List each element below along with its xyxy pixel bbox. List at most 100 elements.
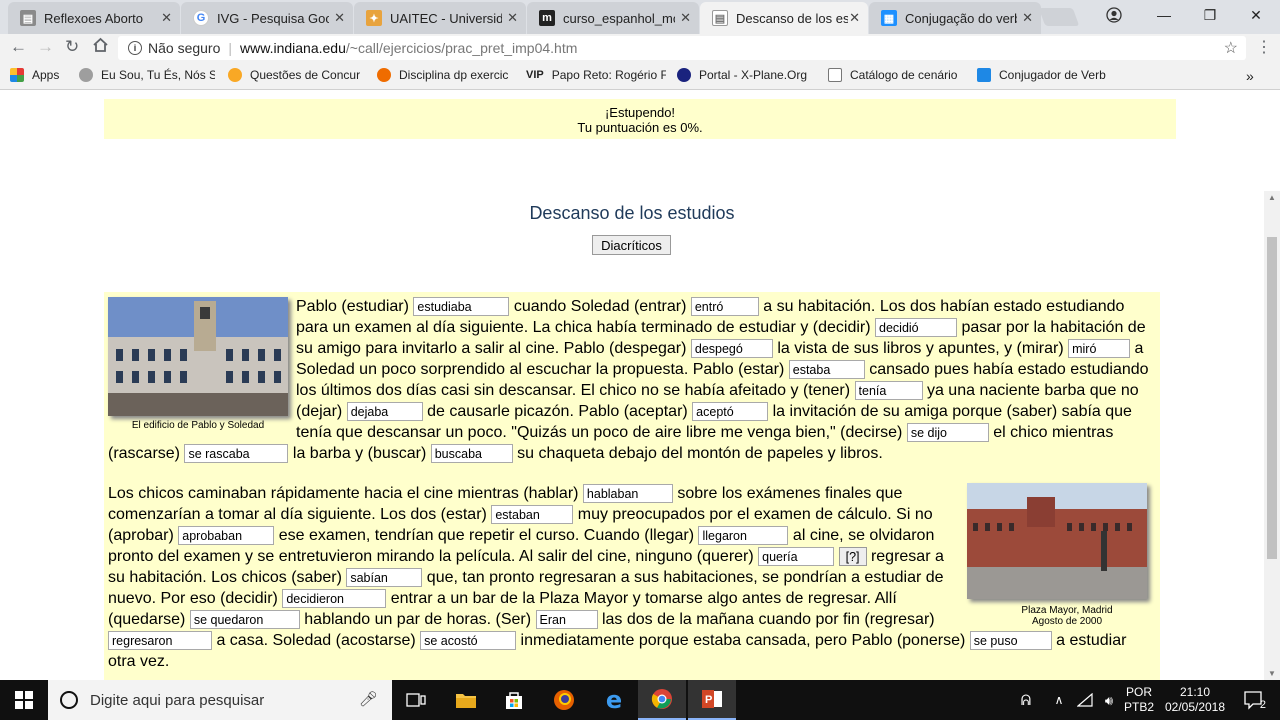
close-icon[interactable]: ✕ — [334, 10, 345, 26]
bookmark-favicon — [377, 68, 391, 82]
diacriticos-button[interactable]: Diacríticos — [592, 235, 671, 255]
bookmark-catalogo[interactable]: Catálogo de cenário — [828, 68, 966, 82]
powerpoint-icon[interactable]: P — [688, 680, 736, 720]
bookmark-favicon — [977, 68, 991, 82]
answer-input[interactable] — [346, 402, 423, 422]
file-explorer-icon[interactable] — [442, 680, 490, 720]
exercise-panel: El edificio de Pablo y Soledad Plaza May… — [104, 292, 1160, 680]
task-view-icon[interactable] — [392, 680, 440, 720]
answer-input[interactable] — [184, 444, 289, 464]
chrome-icon[interactable] — [638, 680, 686, 720]
answer-input[interactable] — [854, 381, 923, 401]
volume-icon[interactable]: 🔊︎ — [1098, 680, 1120, 720]
answer-input[interactable] — [282, 589, 387, 609]
cortana-icon — [60, 691, 78, 709]
tab-curso-espanhol[interactable]: m curso_espanhol_mod ✕ — [527, 2, 699, 34]
bookmark-star-icon[interactable]: ☆ — [1224, 38, 1238, 58]
bookmark-disciplina[interactable]: Disciplina dp exercic — [377, 68, 515, 82]
answer-input[interactable] — [1068, 339, 1131, 359]
language-indicator[interactable]: POR PTB2 — [1122, 680, 1156, 720]
notification-center-icon[interactable]: 2 — [1234, 680, 1274, 720]
scroll-up-icon[interactable]: ▲ — [1268, 193, 1276, 202]
conjugacao-icon: ▦ — [881, 10, 897, 26]
bookmark-eu-sou[interactable]: Eu Sou, Tu És, Nós S — [79, 68, 215, 82]
answer-input[interactable] — [420, 631, 517, 651]
separator: | — [228, 40, 233, 56]
close-icon[interactable]: ✕ — [161, 10, 172, 26]
answer-input[interactable] — [698, 526, 789, 546]
tab-title: Conjugação do verbo — [905, 10, 1017, 26]
tab-descanso-active[interactable]: ▤ Descanso de los estu ✕ — [700, 2, 868, 34]
profile-icon[interactable] — [1092, 0, 1136, 30]
restore-icon[interactable]: ❐ — [1188, 0, 1232, 30]
close-icon[interactable]: ✕ — [680, 10, 691, 26]
close-icon[interactable]: ✕ — [1022, 10, 1033, 26]
svg-text:P: P — [705, 694, 712, 706]
forward-icon[interactable]: → — [37, 37, 54, 57]
close-icon[interactable]: ✕ — [507, 10, 518, 26]
bookmark-questoes[interactable]: Questões de Concur — [228, 68, 366, 82]
chevron-up-icon[interactable]: ∧ — [1048, 680, 1070, 720]
answer-input[interactable] — [430, 444, 513, 464]
clock[interactable]: 21:10 02/05/2018 — [1160, 680, 1230, 720]
tab-title: IVG - Pesquisa Googl — [217, 10, 329, 26]
notification-count: 2 — [1259, 699, 1266, 711]
tab-ivg-pesquisa[interactable]: G IVG - Pesquisa Googl ✕ — [181, 2, 353, 34]
reload-icon[interactable]: ↻ — [65, 37, 79, 57]
tab-uaitec[interactable]: ✦ UAITEC - Universidad ✕ — [354, 2, 526, 34]
edge-icon[interactable]: e — [590, 680, 638, 720]
answer-input[interactable] — [178, 526, 275, 546]
more-bookmarks-icon[interactable]: » — [1246, 68, 1254, 84]
page-scrollbar[interactable]: ▲ ▼ — [1264, 191, 1280, 680]
answer-input[interactable] — [690, 339, 773, 359]
minimize-icon[interactable]: — — [1142, 0, 1186, 30]
address-bar[interactable]: i Não seguro | www.indiana.edu/~call/eje… — [118, 36, 1246, 60]
browser-toolbar: ← → ↻ i Não seguro | www.indiana.edu/~ca… — [0, 34, 1280, 62]
moodle-icon: m — [539, 10, 555, 26]
keyboard-layout: PTB2 — [1123, 700, 1154, 714]
taskbar-search[interactable]: Digite aqui para pesquisar 🎤︎ — [48, 680, 392, 720]
new-tab-button[interactable] — [1038, 8, 1080, 26]
info-icon[interactable]: i — [128, 41, 142, 55]
answer-input[interactable] — [491, 505, 574, 525]
answer-input[interactable] — [189, 610, 300, 630]
tab-reflexoes-aborto[interactable]: ▤ Reflexoes Aborto ✕ — [8, 2, 180, 34]
answer-input[interactable] — [788, 360, 865, 380]
answer-input[interactable] — [535, 610, 598, 630]
answer-input[interactable] — [582, 484, 673, 504]
answer-input[interactable] — [692, 402, 769, 422]
back-icon[interactable]: ← — [10, 37, 27, 57]
page-icon: ▤ — [20, 10, 36, 26]
answer-input[interactable] — [875, 318, 958, 338]
page-content: ¡Estupendo! Tu puntuación es 0%. Descans… — [0, 91, 1264, 680]
bookmark-papo-reto[interactable]: VIP Papo Reto: Rogério F — [526, 68, 666, 82]
close-icon[interactable]: ✕ — [849, 10, 860, 26]
window-close-icon[interactable]: ✕ — [1234, 0, 1278, 30]
search-placeholder: Digite aqui para pesquisar — [90, 691, 265, 709]
store-icon[interactable] — [490, 680, 538, 720]
network-icon[interactable] — [1074, 680, 1096, 720]
answer-input[interactable] — [758, 547, 835, 567]
bookmark-label: Questões de Concur — [250, 68, 361, 82]
clock-time: 21:10 — [1179, 685, 1211, 699]
firefox-icon[interactable] — [540, 680, 588, 720]
answer-input[interactable] — [413, 297, 510, 317]
microphone-icon[interactable]: 🎤︎ — [359, 690, 378, 708]
bookmark-conjugador[interactable]: Conjugador de Verb — [977, 68, 1115, 82]
people-icon[interactable]: ᕱ — [1012, 680, 1040, 720]
scrollbar-thumb[interactable] — [1267, 237, 1277, 559]
scroll-down-icon[interactable]: ▼ — [1268, 669, 1276, 678]
tab-conjugacao[interactable]: ▦ Conjugação do verbo ✕ — [869, 2, 1041, 34]
answer-input[interactable] — [108, 631, 212, 651]
menu-kebab-icon[interactable]: ⋮ — [1256, 37, 1272, 57]
bookmark-xplane[interactable]: Portal - X-Plane.Org — [677, 68, 815, 82]
answer-input[interactable] — [690, 297, 759, 317]
hint-button[interactable]: [?] — [838, 547, 867, 567]
answer-input[interactable] — [906, 423, 989, 443]
bookmark-label: Portal - X-Plane.Org — [699, 68, 808, 82]
answer-input[interactable] — [969, 631, 1052, 651]
answer-input[interactable] — [346, 568, 423, 588]
home-icon[interactable] — [92, 37, 109, 58]
windows-start-icon[interactable] — [0, 680, 48, 720]
bookmark-apps[interactable]: Apps — [10, 68, 59, 82]
